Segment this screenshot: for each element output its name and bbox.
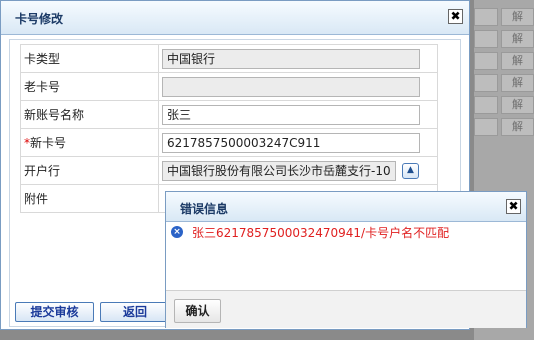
back-button[interactable]: 返回 (100, 302, 170, 322)
form-row-card-type: 卡类型 (20, 44, 438, 73)
error-icon: × (171, 226, 183, 238)
bank-branch-label: 开户行 (20, 156, 159, 185)
submit-review-button[interactable]: 提交审核 (15, 302, 94, 322)
error-dialog-title: 错误信息 (180, 202, 229, 216)
background-cell: 解 (501, 74, 534, 92)
confirm-button[interactable]: 确认 (174, 299, 221, 323)
background-cell: 解 (501, 118, 534, 136)
background-row: 解 (474, 74, 534, 94)
chevron-up-icon[interactable]: ▲ (402, 163, 419, 179)
error-dialog-header: 错误信息 ✖ (166, 192, 526, 222)
account-name-input[interactable] (162, 104, 420, 125)
background-row: 解 (474, 30, 534, 50)
background-cell: 解 (501, 52, 534, 70)
close-icon[interactable]: ✖ (448, 9, 463, 24)
background-cell: 解 (501, 96, 534, 114)
background-cell (474, 74, 498, 92)
card-type-label: 卡类型 (20, 44, 159, 73)
close-icon[interactable]: ✖ (506, 199, 521, 214)
old-card-label: 老卡号 (20, 72, 159, 101)
background-cell (474, 96, 498, 114)
form-row-old-card: 老卡号 (20, 72, 438, 101)
form-row-new-card: *新卡号 (20, 128, 438, 157)
error-message: 张三6217857500032470941/卡号户名不匹配 (192, 226, 450, 240)
dialog-header: 卡号修改 ✖ (1, 1, 469, 35)
attachment-label: 附件 (20, 184, 159, 213)
background-row: 解 (474, 52, 534, 72)
error-dialog: 错误信息 ✖ × 张三6217857500032470941/卡号户名不匹配 确… (165, 191, 527, 328)
background-row: 解 (474, 118, 534, 138)
account-name-label: 新账号名称 (20, 100, 159, 129)
card-type-field (162, 48, 420, 69)
card-form: 卡类型 老卡号 新账号名称 *新卡号 (20, 44, 438, 213)
new-card-input[interactable] (162, 132, 420, 153)
new-card-label: 新卡号 (30, 136, 67, 150)
background-cell (474, 118, 498, 136)
old-card-field (162, 76, 420, 97)
dialog-title: 卡号修改 (15, 12, 64, 26)
background-cell (474, 52, 498, 70)
background-row: 解 (474, 96, 534, 116)
background-row: 解 (474, 8, 534, 28)
background-cell: 解 (501, 30, 534, 48)
background-cell (474, 30, 498, 48)
form-row-account-name: 新账号名称 (20, 100, 438, 129)
error-dialog-footer: 确认 (166, 290, 526, 328)
new-card-label-cell: *新卡号 (20, 128, 159, 157)
form-row-bank-branch: 开户行 ▲ (20, 156, 438, 185)
bank-branch-field (162, 160, 396, 181)
background-cell (474, 8, 498, 26)
background-cell: 解 (501, 8, 534, 26)
